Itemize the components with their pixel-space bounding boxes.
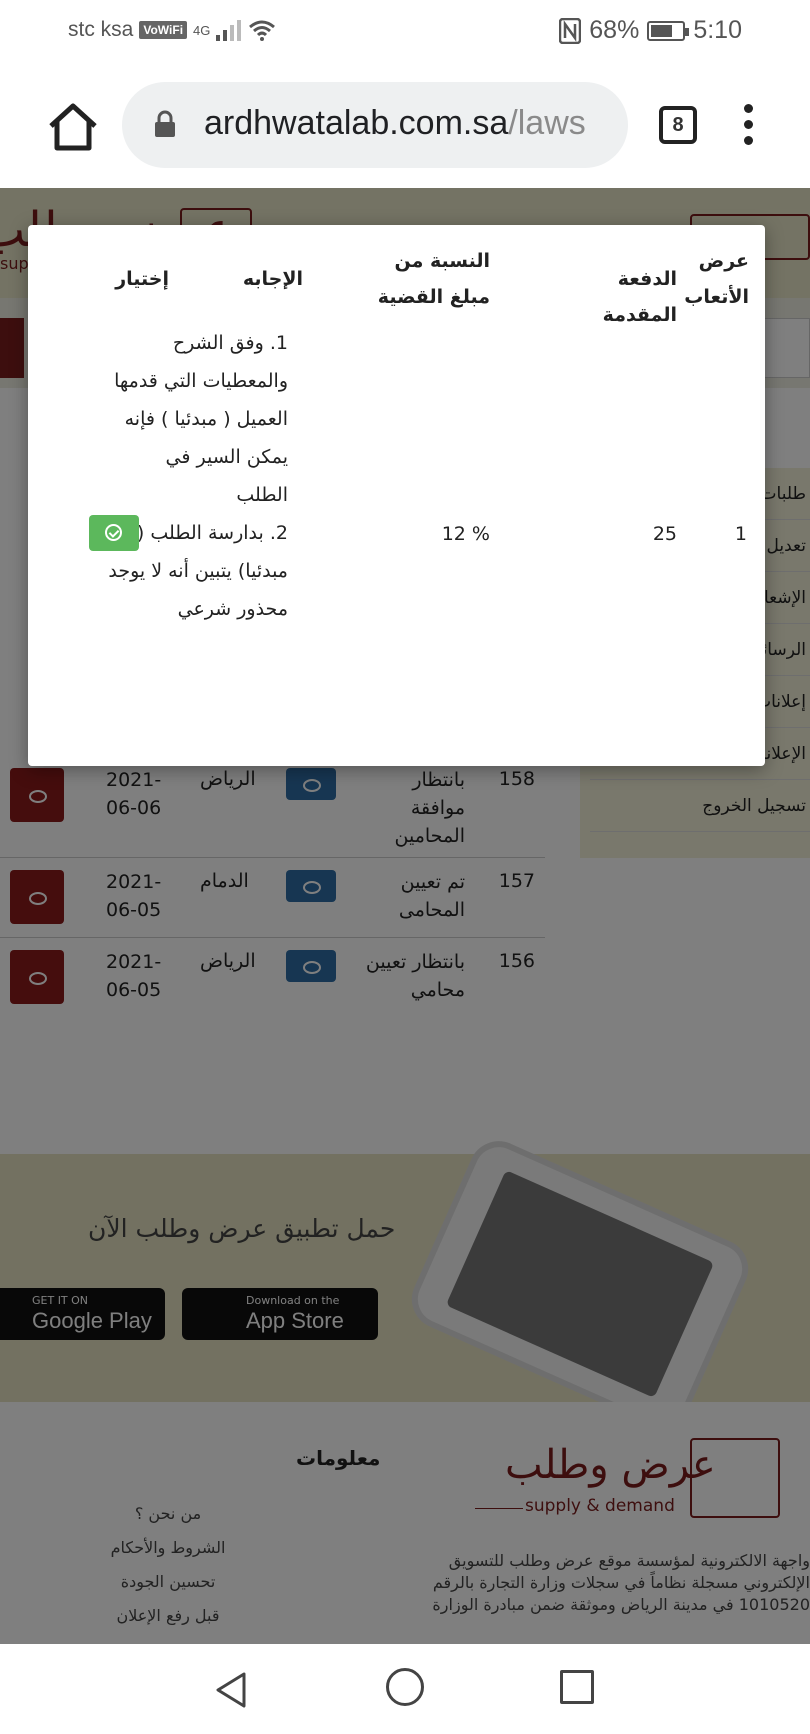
offer-down-payment: 25 [652,523,677,545]
battery-fill [651,24,672,37]
clock: 5:10 [693,16,742,44]
battery-icon [647,20,690,41]
home-nav-icon[interactable] [386,1668,424,1706]
signal-icon [216,20,242,41]
offer-answer-list: وفق الشرح والمعطيات التي قدمها العميل ( … [108,324,288,628]
lock-icon [155,110,175,137]
status-left: stc ksa VoWiFi 4G [68,18,276,42]
offer-number: 1 [734,523,747,545]
system-nav-bar [0,1644,810,1734]
wifi-icon [249,20,276,41]
header-down-payment: الدفعة المقدمة [602,268,677,326]
header-case-percentage: النسبة من مبلغ القضية [377,250,490,308]
offer-answer-item: وفق الشرح والمعطيات التي قدمها العميل ( … [108,324,288,514]
address-bar[interactable]: ardhwatalab.com.sa/laws [122,82,628,168]
recent-apps-icon[interactable] [560,1670,594,1704]
url-text: ardhwatalab.com.sa/laws [204,104,586,143]
nfc-icon [559,17,582,44]
status-bar: stc ksa VoWiFi 4G 68% 5:10 [0,0,810,64]
header-choose: إختيار [115,268,169,290]
volte-badge: VoWiFi [139,21,188,39]
offer-percentage: 12 % [441,523,490,545]
header-answer: الإجابه [242,268,303,290]
battery-percent: 68% [589,16,640,44]
browser-toolbar: ardhwatalab.com.sa/laws 8 [0,64,810,188]
status-right: 68% 5:10 [559,16,742,45]
fees-offers-modal: عرض الأتعاب الدفعة المقدمة النسبة من مبل… [28,225,765,766]
home-icon[interactable] [46,100,100,154]
network-type: 4G [193,22,211,38]
back-icon[interactable] [212,1670,252,1710]
header-fees-offer: عرض الأتعاب [684,250,749,308]
url-path: /laws [508,104,586,142]
carrier-label: stc ksa [68,18,134,41]
check-circle-icon [105,524,122,541]
tabs-button[interactable]: 8 [659,106,697,144]
url-domain: ardhwatalab.com.sa [204,104,509,142]
menu-icon[interactable] [740,104,756,148]
choose-offer-button[interactable] [89,515,139,551]
